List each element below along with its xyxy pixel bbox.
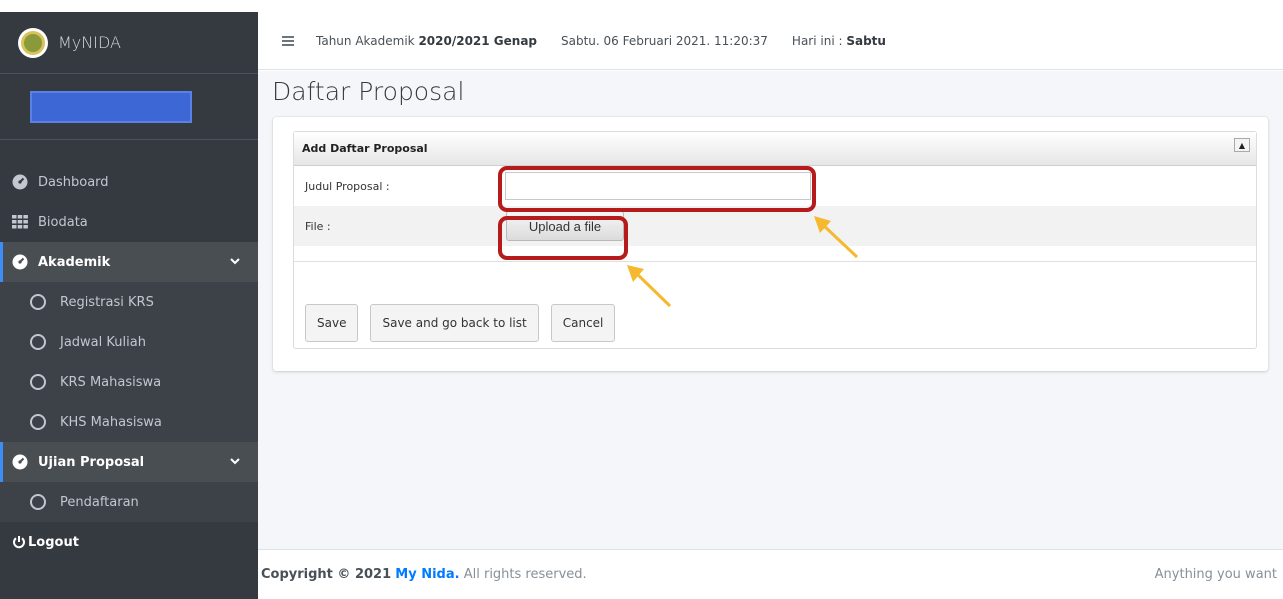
logout-label: Logout	[28, 534, 79, 550]
circle-icon	[30, 494, 46, 510]
sidebar-item-ujian-proposal[interactable]: Ujian Proposal	[0, 442, 258, 482]
circle-icon	[30, 414, 46, 430]
tachometer-icon	[12, 454, 28, 470]
sidebar-item-label: KRS Mahasiswa	[60, 374, 162, 390]
sidebar-item-dashboard[interactable]: Dashboard	[0, 162, 258, 202]
sidebar-item-label: Registrasi KRS	[60, 294, 154, 310]
sidebar-item-registrasi-krs[interactable]: Registrasi KRS	[0, 282, 258, 322]
sidebar-item-akademik[interactable]: Akademik	[0, 242, 258, 282]
tachometer-icon	[12, 254, 28, 270]
cancel-button[interactable]: Cancel	[550, 304, 616, 342]
power-icon	[12, 535, 26, 549]
top-strip	[0, 0, 1283, 12]
copyright-prefix: Copyright © 2021	[261, 567, 392, 582]
form-panel: Add Daftar Proposal ▲ Judul Proposal : F…	[293, 131, 1257, 349]
form-row-judul: Judul Proposal :	[294, 166, 1256, 206]
save-button[interactable]: Save	[305, 304, 359, 342]
circle-icon	[30, 334, 46, 350]
academic-year-value: 2020/2021 Genap	[418, 33, 538, 48]
brand-link[interactable]: MyNIDA	[0, 12, 258, 74]
form-heading: Add Daftar Proposal ▲	[294, 132, 1256, 166]
copyright-suffix: All rights reserved.	[463, 567, 587, 582]
sidebar-item-label: Jadwal Kuliah	[60, 334, 146, 350]
sidebar-nav: Dashboard Biodata Akademik Registrasi KR…	[0, 162, 258, 562]
sidebar-item-label: Dashboard	[38, 174, 109, 190]
ujian-proposal-submenu: Pendaftaran	[0, 482, 258, 522]
form-actions: Save Save and go back to list Cancel	[305, 304, 616, 342]
save-and-back-button[interactable]: Save and go back to list	[370, 304, 539, 342]
form-card: Add Daftar Proposal ▲ Judul Proposal : F…	[273, 117, 1268, 371]
sidebar-item-label: Ujian Proposal	[38, 454, 145, 470]
user-name-redacted	[30, 90, 192, 123]
circle-icon	[30, 374, 46, 390]
today-prefix: Hari ini :	[791, 33, 843, 48]
sidebar-item-label: Pendaftaran	[60, 494, 139, 510]
form-heading-text: Add Daftar Proposal	[302, 142, 428, 155]
chevron-down-icon	[230, 455, 240, 470]
logout-link[interactable]: Logout	[0, 522, 258, 562]
copyright: Copyright © 2021 My Nida. All rights res…	[261, 567, 587, 582]
akademik-submenu: Registrasi KRS Jadwal Kuliah KRS Mahasis…	[0, 282, 258, 442]
current-datetime: Sabtu. 06 Februari 2021. 11:20:37	[561, 33, 768, 48]
brand-logo	[18, 27, 48, 58]
page-title: Daftar Proposal	[272, 77, 465, 106]
grid-icon	[12, 214, 28, 230]
hamburger-menu-icon[interactable]	[282, 35, 294, 46]
my-nida-link[interactable]: My Nida.	[395, 567, 459, 582]
form-row-file: File : Upload a file	[294, 206, 1256, 246]
brand-text: MyNIDA	[58, 33, 121, 52]
content-wrapper: Daftar Proposal Add Daftar Proposal ▲ Ju…	[258, 71, 1283, 549]
today-info: Hari ini : Sabtu	[792, 34, 886, 48]
sidebar-item-khs-mahasiswa[interactable]: KHS Mahasiswa	[0, 402, 258, 442]
footer-right-text: Anything you want	[1154, 567, 1277, 582]
footer: Copyright © 2021 My Nida. All rights res…	[258, 549, 1283, 599]
sidebar-item-biodata[interactable]: Biodata	[0, 202, 258, 242]
chevron-down-icon	[230, 255, 240, 270]
circle-icon	[30, 294, 46, 310]
top-navbar: Tahun Akademik 2020/2021 Genap Sabtu. 06…	[258, 12, 1283, 70]
file-label: File :	[305, 219, 331, 233]
upload-file-button[interactable]: Upload a file	[506, 211, 624, 241]
sidebar-item-label: KHS Mahasiswa	[60, 414, 162, 430]
tachometer-icon	[12, 174, 28, 190]
collapse-toggle-icon[interactable]: ▲	[1234, 138, 1250, 152]
sidebar-item-label: Biodata	[38, 214, 88, 230]
sidebar-item-pendaftaran[interactable]: Pendaftaran	[0, 482, 258, 522]
academic-year-prefix: Tahun Akademik	[316, 33, 415, 48]
judul-proposal-input[interactable]	[505, 172, 811, 200]
form-divider	[294, 246, 1256, 262]
today-value: Sabtu	[846, 33, 886, 48]
sidebar-item-krs-mahasiswa[interactable]: KRS Mahasiswa	[0, 362, 258, 402]
judul-proposal-label: Judul Proposal :	[305, 179, 390, 193]
user-panel	[0, 74, 258, 140]
sidebar: MyNIDA Dashboard Biodata Akademik Regist…	[0, 12, 258, 599]
academic-year-info: Tahun Akademik 2020/2021 Genap	[316, 34, 537, 48]
sidebar-item-label: Akademik	[38, 254, 111, 270]
sidebar-item-jadwal-kuliah[interactable]: Jadwal Kuliah	[0, 322, 258, 362]
